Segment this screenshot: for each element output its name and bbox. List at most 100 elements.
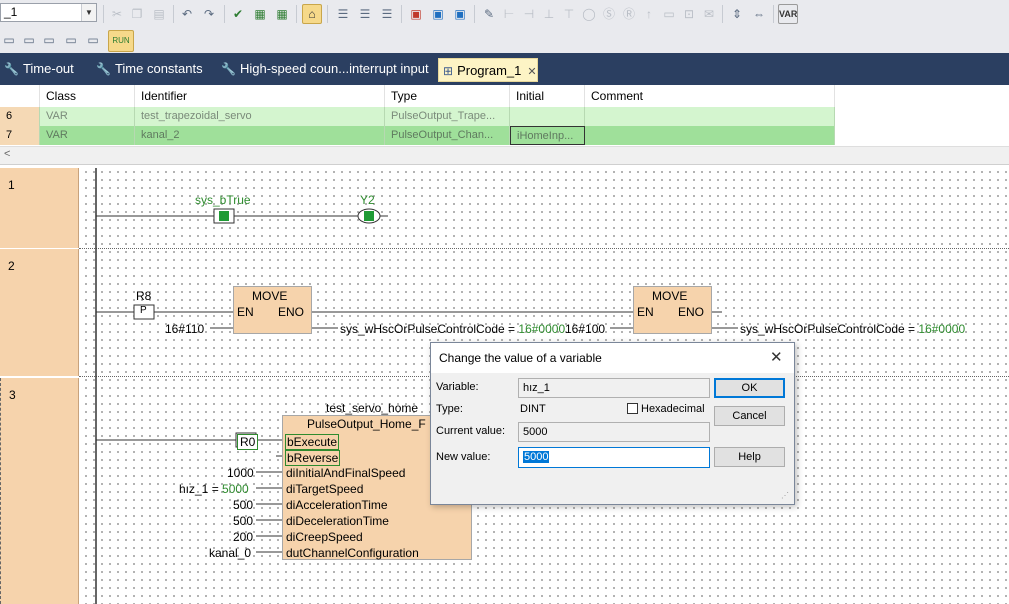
coil-icon[interactable]: ◯ (580, 5, 598, 23)
coil-label[interactable]: Y2 (360, 193, 375, 207)
tab-program-1[interactable]: ⊞ Program_1 ✕ (438, 58, 538, 82)
comment-icon[interactable]: ✉ (700, 5, 718, 23)
edge-label: P (140, 305, 147, 316)
column-header-type[interactable]: Type (385, 85, 510, 107)
device-icon[interactable]: ▭ (0, 31, 18, 49)
tab-time-out[interactable]: 🔧 Time-out (4, 59, 74, 79)
column-header-identifier[interactable]: Identifier (135, 85, 385, 107)
branch-icon[interactable]: ⊥ (540, 5, 558, 23)
set-coil-icon[interactable]: Ⓢ (600, 5, 618, 23)
close-icon[interactable]: ✕ (770, 348, 783, 366)
device-5-icon[interactable]: ▭ (84, 31, 102, 49)
device-4-icon[interactable]: ▭ (62, 31, 80, 49)
redo-icon[interactable]: ↷ (200, 5, 218, 23)
cut-icon[interactable]: ✂ (108, 5, 126, 23)
close-icon[interactable]: ✕ (527, 66, 536, 78)
resize-grip-icon[interactable]: ⋰ (781, 491, 789, 500)
grid-check-2-icon[interactable]: ▦ (273, 5, 291, 23)
variable-field: hız_1 (518, 378, 710, 398)
zoom-icon[interactable]: ⇕ (728, 5, 746, 23)
variable-table: Class Identifier Type Initial Comment 6 … (0, 85, 1009, 145)
grid-check-icon[interactable]: ▦ (251, 5, 269, 23)
paste-icon[interactable]: ▤ (150, 5, 168, 23)
pen-icon[interactable]: ✎ (480, 5, 498, 23)
block-icon[interactable]: ▭ (660, 5, 678, 23)
document-tab-bar: 🔧 Time-out 🔧 Time constants 🔧 High-speed co… (0, 53, 1009, 85)
ladder-icon: ⊞ (443, 64, 454, 78)
move2-input[interactable]: 16#100 (565, 322, 605, 336)
tab-high-speed-counter[interactable]: 🔧 High-speed coun...interrupt input (221, 59, 429, 79)
pin-diaccelerationtime[interactable]: diAccelerationTime (286, 498, 388, 512)
ok-button[interactable]: OK (714, 378, 785, 398)
input-creep-speed[interactable]: 200 (233, 530, 253, 544)
input-channel-config[interactable]: kanal_0 (209, 546, 251, 560)
wrench-icon: 🔧 (221, 62, 236, 76)
pin-bexecute[interactable]: bExecute (285, 434, 340, 450)
input-deceleration[interactable]: 500 (233, 514, 253, 528)
change-value-dialog: Change the value of a variable ✕ Variabl… (430, 342, 795, 505)
column-header-initial[interactable]: Initial (510, 85, 585, 107)
current-value-label: Current value: (436, 425, 506, 437)
table-row[interactable]: 7 VAR kanal_2 PulseOutput_Chan... iHomeI… (0, 126, 835, 145)
new-value-input[interactable]: 5000 (518, 447, 710, 468)
type-value: DINT (520, 403, 546, 415)
cancel-button[interactable]: Cancel (714, 406, 785, 426)
row-number-header (0, 85, 40, 107)
lock-icon[interactable]: ⊡ (680, 5, 698, 23)
table-icon[interactable]: ▣ (407, 5, 425, 23)
horizontal-scrollbar[interactable]: < (0, 146, 1009, 165)
split-icon[interactable]: ⇔ (750, 5, 768, 23)
initial-cell-selected[interactable]: iHomeInp... (510, 126, 585, 145)
config-combobox[interactable]: _1 ▼ (0, 3, 97, 22)
window-icon[interactable]: ▣ (451, 5, 469, 23)
reset-coil-icon[interactable]: Ⓡ (620, 5, 638, 23)
move2-output[interactable]: sys_wHscOrPulseControlCode = 16#0000 (740, 322, 965, 336)
branch-2-icon[interactable]: ⊤ (560, 5, 578, 23)
pin-didecelerationtime[interactable]: diDecelerationTime (286, 514, 389, 528)
list-icon[interactable]: ☰ (334, 5, 352, 23)
edge-icon[interactable]: ↑ (640, 5, 658, 23)
fb-instance-name[interactable]: test_servo_home (326, 401, 418, 415)
new-value-selection: 5000 (523, 451, 550, 463)
contact-label[interactable]: R0 (237, 434, 259, 450)
column-header-comment[interactable]: Comment (585, 85, 835, 107)
input-initial-speed[interactable]: 1000 (227, 466, 254, 480)
contact-label[interactable]: sys_bTrue (195, 193, 251, 207)
pin-ditargetspeed[interactable]: diTargetSpeed (286, 482, 363, 496)
list-3-icon[interactable]: ☰ (378, 5, 396, 23)
var-icon[interactable]: VAR (778, 4, 798, 24)
help-button[interactable]: Help (714, 447, 785, 467)
move-block-2[interactable]: MOVE EN ENO (633, 286, 712, 334)
tab-time-constants[interactable]: 🔧 Time constants (96, 59, 203, 79)
pin-breverse[interactable]: bReverse (285, 450, 341, 466)
scroll-left-icon[interactable]: < (4, 148, 10, 160)
combo-value: _1 (4, 5, 18, 19)
pin-diinitialandfinalspeed[interactable]: diInitialAndFinalSpeed (286, 466, 405, 480)
column-header-class[interactable]: Class (40, 85, 135, 107)
pin-dicreepspeed[interactable]: diCreepSpeed (286, 530, 363, 544)
chart-icon[interactable]: ▣ (429, 5, 447, 23)
monitor-icon[interactable]: ⌂ (302, 4, 322, 24)
table-row[interactable]: 6 VAR test_trapezoidal_servo PulseOutput… (0, 107, 835, 126)
pin-dutchannelconfiguration[interactable]: dutChannelConfiguration (286, 546, 419, 560)
contact-label[interactable]: R8 (136, 289, 151, 303)
device-2-icon[interactable]: ▭ (20, 31, 38, 49)
move1-input[interactable]: 16#110 (165, 322, 204, 336)
contact-nc-icon[interactable]: ⊣ (520, 5, 538, 23)
move-block-1[interactable]: MOVE EN ENO (233, 286, 312, 334)
undo-icon[interactable]: ↶ (178, 5, 196, 23)
dialog-titlebar[interactable]: Change the value of a variable ✕ (431, 343, 794, 373)
hexadecimal-checkbox[interactable] (627, 403, 638, 414)
input-acceleration[interactable]: 500 (233, 498, 253, 512)
device-3-icon[interactable]: ▭ (40, 31, 58, 49)
input-target-speed[interactable]: hız_1 = 5000 (179, 482, 249, 496)
run-button[interactable]: RUN (108, 30, 134, 52)
hexadecimal-label[interactable]: Hexadecimal (641, 403, 705, 415)
list-2-icon[interactable]: ☰ (356, 5, 374, 23)
chevron-down-icon[interactable]: ▼ (81, 4, 96, 21)
copy-icon[interactable]: ❐ (128, 5, 146, 23)
current-value-field: 5000 (518, 422, 710, 442)
move1-output[interactable]: sys_wHscOrPulseControlCode = 16#0000 (340, 322, 565, 336)
check-icon[interactable]: ✔ (229, 5, 247, 23)
contact-no-icon[interactable]: ⊢ (500, 5, 518, 23)
